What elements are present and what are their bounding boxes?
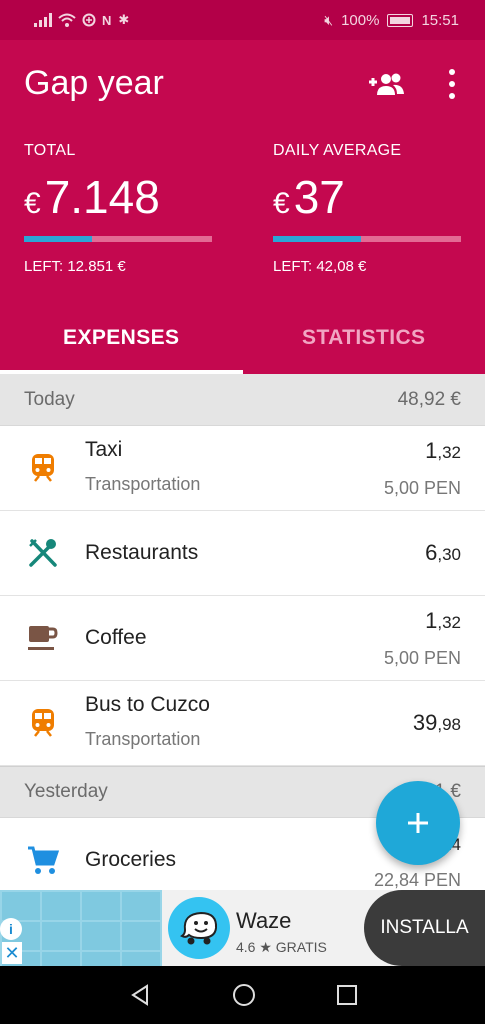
expense-category: Transportation	[85, 729, 201, 749]
expense-name: Restaurants	[85, 541, 199, 564]
signal-icon	[34, 13, 52, 27]
expense-row-taxi[interactable]: Taxi Transportation 1,32 5,00 PEN	[0, 426, 485, 511]
ad-close-icon[interactable]: ✕	[2, 942, 22, 964]
total-stat: TOTAL € 7.148 LEFT: 12.851 €	[24, 142, 214, 275]
train-icon	[26, 706, 60, 740]
total-left: LEFT: 12.851 €	[24, 258, 126, 275]
tab-statistics[interactable]: STATISTICS	[243, 302, 485, 374]
expense-original-amount: 5,00 PEN	[383, 648, 461, 668]
wifi-icon	[58, 13, 76, 27]
section-label: Today	[24, 388, 75, 410]
total-currency: €	[24, 187, 41, 220]
expense-name: Taxi	[85, 438, 123, 461]
expense-original-amount: 22,84 PEN	[373, 870, 461, 890]
expense-amount: 1,32	[425, 438, 461, 463]
status-bar: N ✱ 🔇︎ 100% 15:51	[0, 0, 485, 40]
data-saver-icon	[82, 13, 96, 27]
status-icons-right: 🔇︎ 100% 15:51	[324, 12, 459, 29]
daily-progress-bar	[273, 236, 461, 242]
expense-name: Bus to Cuzco	[85, 693, 210, 716]
add-expense-button[interactable]	[376, 781, 460, 865]
total-label: TOTAL	[24, 142, 76, 159]
expense-amount: 39,98	[412, 710, 461, 735]
overflow-menu-button[interactable]	[432, 66, 472, 102]
add-person-button[interactable]	[366, 66, 406, 102]
daily-average-stat: DAILY AVERAGE € 37 LEFT: 42,08 €	[273, 142, 463, 275]
ad-image[interactable]	[0, 890, 162, 966]
home-icon[interactable]	[232, 983, 256, 1007]
section-header-today: Today 48,92 €	[0, 374, 485, 426]
section-total: 48,92 €	[397, 388, 461, 410]
cart-icon	[26, 843, 60, 877]
total-value: 7.148	[44, 171, 160, 223]
expense-category: Transportation	[85, 474, 201, 494]
train-icon	[26, 451, 60, 485]
ad-rating: 4.6 ★ GRATIS	[236, 939, 327, 955]
ad-app-name: Waze	[236, 908, 292, 933]
battery-icon	[387, 13, 414, 27]
daily-average-label: DAILY AVERAGE	[273, 142, 402, 159]
daily-currency: €	[273, 187, 290, 220]
status-icons-left: N ✱	[34, 12, 130, 28]
expense-row-bus-to-cuzco[interactable]: Bus to Cuzco Transportation 39,98	[0, 681, 485, 766]
back-icon[interactable]	[128, 983, 152, 1007]
battery-percent: 100%	[341, 11, 380, 29]
total-progress-bar	[24, 236, 212, 242]
clock: 15:51	[421, 11, 459, 29]
system-nav-bar	[0, 966, 485, 1024]
tab-bar: EXPENSES STATISTICS	[0, 302, 485, 374]
restaurant-icon	[26, 536, 60, 570]
daily-left: LEFT: 42,08 €	[273, 258, 367, 275]
page-title: Gap year	[24, 64, 164, 102]
tab-expenses[interactable]: EXPENSES	[0, 302, 243, 374]
mute-icon: 🔇︎	[324, 11, 334, 28]
add-person-icon	[369, 73, 404, 95]
app-header: Gap year TOTAL € 7.148 LEFT: 12.851 € DA…	[0, 40, 485, 374]
expense-amount: 1,32	[425, 608, 461, 633]
expense-name: Coffee	[85, 626, 147, 649]
expense-original-amount: 5,00 PEN	[383, 478, 461, 498]
recents-icon[interactable]	[336, 984, 358, 1006]
waze-logo	[168, 897, 230, 959]
plus-icon	[408, 813, 428, 833]
expense-row-coffee[interactable]: Coffee 1,32 5,00 PEN	[0, 596, 485, 681]
ad-banner[interactable]: i ✕ Waze 4.6 ★ GRATIS INSTALLA	[0, 890, 485, 966]
expense-row-restaurants[interactable]: Restaurants 6,30	[0, 511, 485, 596]
ad-info-icon[interactable]: i	[0, 918, 22, 940]
bluetooth-icon: ✱	[118, 12, 131, 27]
expense-amount: 6,30	[425, 540, 461, 565]
ad-install-button[interactable]: INSTALLA	[364, 890, 485, 966]
coffee-icon	[26, 621, 60, 655]
nfc-icon: N	[102, 12, 113, 28]
daily-average-value: 37	[293, 171, 345, 223]
expense-name: Groceries	[85, 848, 177, 871]
section-label: Yesterday	[24, 781, 108, 802]
more-vertical-icon	[449, 69, 455, 75]
